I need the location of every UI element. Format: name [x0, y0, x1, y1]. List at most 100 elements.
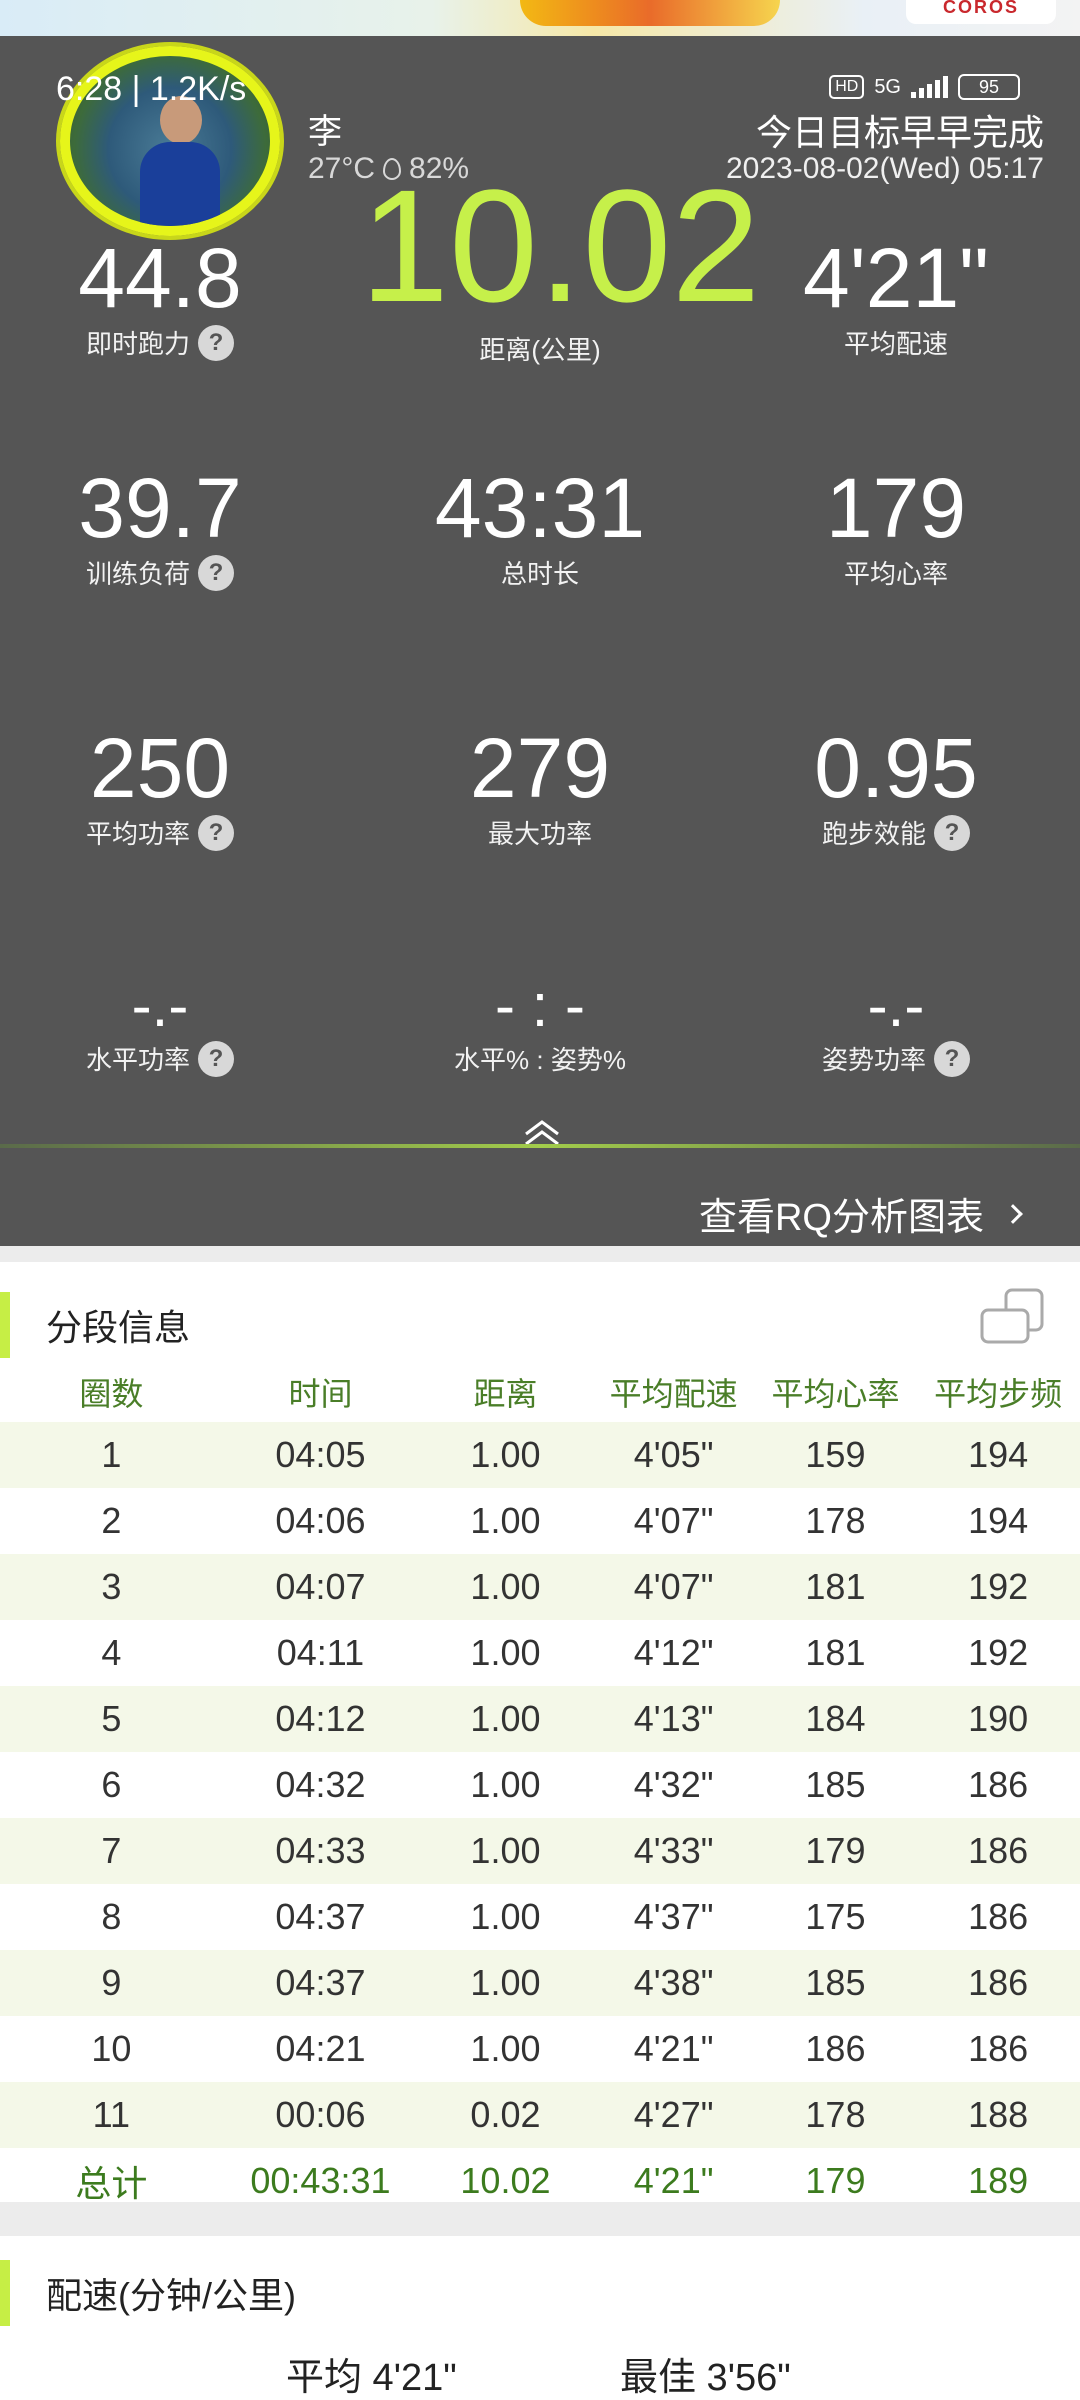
- table-row[interactable]: 9 04:37 1.00 4'38" 185 186: [0, 1950, 1080, 2016]
- cell-pace: 4'27": [633, 2094, 714, 2135]
- cell-lap: 9: [101, 1962, 122, 2003]
- goal-text: 今日目标早早完成: [755, 112, 1044, 153]
- cell-lap: 5: [101, 1698, 122, 1739]
- cell-lap: 1: [101, 1434, 122, 1475]
- table-row[interactable]: 2 04:06 1.00 4'07" 178 194: [0, 1488, 1080, 1554]
- metric-value: 250: [89, 721, 231, 815]
- cell-cadence: 188: [968, 2094, 1029, 2135]
- cell-cadence: 192: [968, 1632, 1029, 1673]
- cell-total-cadence: 189: [968, 2160, 1029, 2201]
- share-icon[interactable]: [978, 1286, 1048, 1346]
- table-row[interactable]: 7 04:33 1.00 4'33" 179 186: [0, 1818, 1080, 1884]
- cell-lap: 8: [101, 1896, 122, 1937]
- cell-cadence: 190: [968, 1698, 1029, 1739]
- help-icon[interactable]: ?: [198, 324, 234, 361]
- cell-time: 04:07: [275, 1566, 366, 1607]
- cell-pace: 4'33": [633, 1830, 714, 1871]
- metric-form-power: -.- 姿势功率?: [716, 976, 1076, 1077]
- metric-training-load: 39.7 训练负荷?: [0, 466, 340, 591]
- table-row[interactable]: 1 04:05 1.00 4'05" 159 194: [0, 1422, 1080, 1488]
- cell-total-distance: 10.02: [460, 2160, 551, 2201]
- cell-lap: 6: [101, 1764, 122, 1805]
- cell-cadence: 186: [968, 1764, 1029, 1805]
- col-header-avg-hr: 平均心率: [771, 1376, 900, 1412]
- banner-decoration: [520, 0, 780, 26]
- metric-label: 跑步效能: [821, 819, 926, 849]
- cell-distance: 1.00: [470, 1632, 541, 1673]
- cell-cadence: 186: [968, 1830, 1029, 1871]
- cell-pace: 4'38": [633, 1962, 714, 2003]
- cell-cadence: 186: [968, 1962, 1029, 2003]
- table-row[interactable]: 5 04:12 1.00 4'13" 184 190: [0, 1686, 1080, 1752]
- table-row[interactable]: 8 04:37 1.00 4'37" 175 186: [0, 1884, 1080, 1950]
- cell-distance: 1.00: [470, 1566, 541, 1607]
- metric-label: 水平% : 姿势%: [454, 1045, 626, 1075]
- cell-hr: 181: [805, 1632, 866, 1673]
- table-row[interactable]: 4 04:11 1.00 4'12" 181 192: [0, 1620, 1080, 1686]
- table-total-row: 总计 00:43:31 10.02 4'21" 179 189: [0, 2148, 1080, 2214]
- avatar-body: [140, 142, 220, 226]
- cell-cadence: 186: [968, 1896, 1029, 1937]
- splits-table: 圈数 时间 距离 平均配速 平均心率 平均步频 1 04:05 1.00 4'0…: [0, 1362, 1080, 2214]
- hd-icon: HD: [829, 75, 865, 99]
- top-banner: COROS: [0, 0, 1080, 36]
- splits-title-text: 分段信息: [46, 1307, 191, 1348]
- metric-value: - : -: [495, 972, 585, 1039]
- metric-value: 0.95: [814, 721, 978, 815]
- workout-summary-panel: 6:28 | 1.2K/s HD 5G 95 李 27°C 82% 今日目标早早…: [0, 36, 1080, 1246]
- metric-label: 平均功率: [85, 819, 190, 849]
- table-row[interactable]: 10 04:21 1.00 4'21" 186 186: [0, 2016, 1080, 2082]
- table-row[interactable]: 11 00:06 0.02 4'27" 178 188: [0, 2082, 1080, 2148]
- pace-title: 配速(分钟/公里): [0, 2260, 296, 2326]
- cell-hr: 178: [805, 1500, 866, 1541]
- cell-pace: 4'07": [633, 1500, 714, 1541]
- metric-label: 总时长: [500, 559, 579, 589]
- splits-card: 分段信息 圈数 时间 距离 平均配速 平均心率 平均步频 1 04:05 1.0…: [0, 1262, 1080, 2204]
- metric-label: 最大功率: [487, 819, 592, 849]
- cell-distance: 1.00: [470, 1830, 541, 1871]
- cell-total-label: 总计: [75, 2163, 148, 2204]
- status-time: 6:28 | 1.2K/s: [56, 70, 247, 108]
- cell-time: 04:33: [275, 1830, 366, 1871]
- metric-running-efficiency: 0.95 跑步效能?: [716, 726, 1076, 851]
- cell-total-hr: 179: [805, 2160, 866, 2201]
- metric-label: 即时跑力: [85, 329, 190, 359]
- cell-cadence: 194: [968, 1434, 1029, 1475]
- cell-cadence: 186: [968, 2028, 1029, 2069]
- table-row[interactable]: 6 04:32 1.00 4'32" 185 186: [0, 1752, 1080, 1818]
- signal-icon: [911, 76, 948, 98]
- cell-hr: 186: [805, 2028, 866, 2069]
- chevron-right-icon: [1003, 1203, 1023, 1224]
- user-name: 李: [308, 113, 342, 151]
- help-icon[interactable]: ?: [198, 554, 234, 591]
- cell-time: 00:06: [275, 2094, 366, 2135]
- metric-label: 姿势功率: [821, 1045, 926, 1075]
- col-header-time: 时间: [288, 1376, 353, 1412]
- cell-distance: 0.02: [470, 2094, 541, 2135]
- help-icon[interactable]: ?: [934, 814, 970, 851]
- metric-value: -.-: [867, 972, 925, 1039]
- metric-label: 训练负荷: [85, 559, 190, 589]
- help-icon[interactable]: ?: [934, 1040, 970, 1077]
- section-accent-bar: [0, 1292, 10, 1358]
- help-icon[interactable]: ?: [198, 1040, 234, 1077]
- col-header-avg-pace: 平均配速: [609, 1376, 738, 1412]
- brand-logo: COROS: [906, 0, 1056, 24]
- cell-hr: 185: [805, 1764, 866, 1805]
- rq-analysis-link[interactable]: 查看RQ分析图表: [699, 1186, 1023, 1241]
- cell-distance: 1.00: [470, 1698, 541, 1739]
- col-header-avg-cadence: 平均步频: [934, 1376, 1063, 1412]
- metric-label: 水平功率: [85, 1045, 190, 1075]
- cell-pace: 4'05": [633, 1434, 714, 1475]
- metric-value: 4'21": [802, 231, 989, 325]
- cell-hr: 181: [805, 1566, 866, 1607]
- cell-hr: 185: [805, 1962, 866, 2003]
- metric-label: 平均配速: [843, 329, 948, 359]
- help-icon[interactable]: ?: [198, 814, 234, 851]
- pace-average: 平均 4'21": [286, 2357, 457, 2399]
- table-header-row: 圈数 时间 距离 平均配速 平均心率 平均步频: [0, 1362, 1080, 1422]
- table-row[interactable]: 3 04:07 1.00 4'07" 181 192: [0, 1554, 1080, 1620]
- battery-icon: 95: [958, 74, 1020, 100]
- cell-pace: 4'12": [633, 1632, 714, 1673]
- cell-distance: 1.00: [470, 2028, 541, 2069]
